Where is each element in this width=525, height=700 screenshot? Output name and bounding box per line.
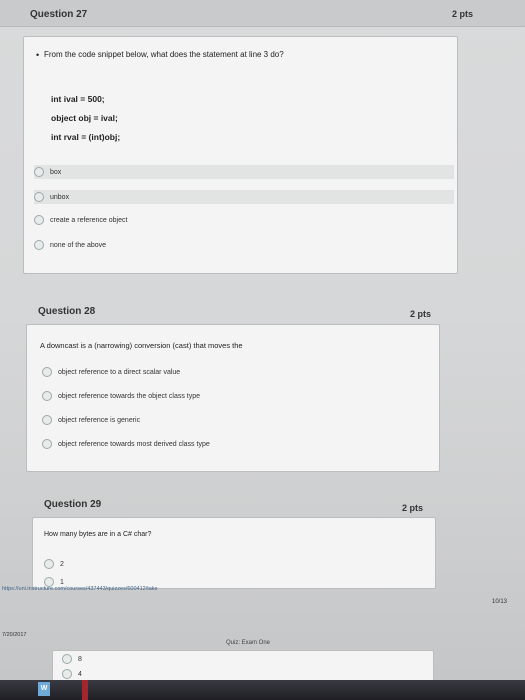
q27-option-create-reference-label: create a reference object — [50, 216, 128, 224]
question-27-prompt-bullet: • — [36, 50, 40, 60]
q29-option-8[interactable]: 8 — [62, 652, 362, 666]
q27-option-create-reference[interactable]: create a reference object — [34, 213, 454, 227]
print-url: https://uni.instructure.com/courses/4374… — [2, 586, 158, 592]
q27-option-box-label: box — [50, 168, 62, 176]
q28-option-object-class-label: object reference towards the object clas… — [58, 392, 201, 400]
print-page-number: 10/13 — [492, 599, 508, 605]
code-line-1: int ival = 500; — [51, 94, 105, 104]
q28-option-scalar[interactable]: object reference to a direct scalar valu… — [42, 365, 422, 379]
q28-option-object-class[interactable]: object reference towards the object clas… — [42, 389, 422, 403]
q29-option-4-label: 4 — [78, 670, 82, 678]
question-28-title: Question 28 — [38, 306, 96, 317]
question-27-points: 2 pts — [452, 9, 474, 19]
q28-option-generic-radio[interactable] — [42, 415, 52, 425]
taskbar — [0, 680, 525, 700]
taskbar-app-icon[interactable] — [82, 680, 88, 700]
q28-option-most-derived[interactable]: object reference towards most derived cl… — [42, 437, 422, 451]
q28-option-most-derived-radio[interactable] — [42, 439, 52, 449]
code-line-2: object obj = ival; — [51, 113, 118, 123]
q29-option-1-label: 1 — [60, 578, 64, 586]
question-29-prompt: How many bytes are in a C# char? — [44, 531, 152, 538]
q27-option-none-radio[interactable] — [34, 240, 44, 250]
q27-option-create-reference-radio[interactable] — [34, 215, 44, 225]
q29-option-4-radio[interactable] — [62, 669, 72, 679]
question-27-title: Question 27 — [30, 9, 88, 20]
q27-option-unbox-label: unbox — [50, 193, 70, 201]
q29-option-2[interactable]: 2 — [44, 557, 404, 571]
q28-option-generic[interactable]: object reference is generic — [42, 413, 422, 427]
question-29-title: Question 29 — [44, 499, 102, 510]
question-28-prompt: A downcast is a (narrowing) conversion (… — [40, 341, 243, 350]
q28-option-scalar-label: object reference to a direct scalar valu… — [58, 368, 181, 376]
q27-option-none[interactable]: none of the above — [34, 238, 454, 252]
code-line-3: int rval = (int)obj; — [51, 132, 121, 142]
q28-option-most-derived-label: object reference towards most derived cl… — [58, 440, 210, 448]
q28-option-scalar-radio[interactable] — [42, 367, 52, 377]
q29-option-2-label: 2 — [60, 560, 64, 568]
print-date: 7/20/2017 — [2, 632, 27, 638]
q27-option-unbox[interactable]: unbox — [34, 190, 454, 204]
question-27-prompt: From the code snippet below, what does t… — [44, 50, 284, 59]
question-28-points: 2 pts — [410, 309, 432, 319]
q29-option-2-radio[interactable] — [44, 559, 54, 569]
q27-option-unbox-radio[interactable] — [34, 192, 44, 202]
q28-option-object-class-radio[interactable] — [42, 391, 52, 401]
q27-option-box[interactable]: box — [34, 165, 454, 179]
word-app-icon[interactable]: W — [38, 682, 50, 696]
q29-option-8-radio[interactable] — [62, 654, 72, 664]
q27-option-none-label: none of the above — [50, 241, 107, 249]
q27-option-box-radio[interactable] — [34, 167, 44, 177]
print-page-title: Quiz: Exam One — [226, 640, 271, 646]
q29-option-4[interactable]: 4 — [62, 667, 362, 681]
question-29-points: 2 pts — [402, 503, 424, 513]
q29-option-8-label: 8 — [78, 655, 82, 663]
q28-option-generic-label: object reference is generic — [58, 416, 141, 424]
